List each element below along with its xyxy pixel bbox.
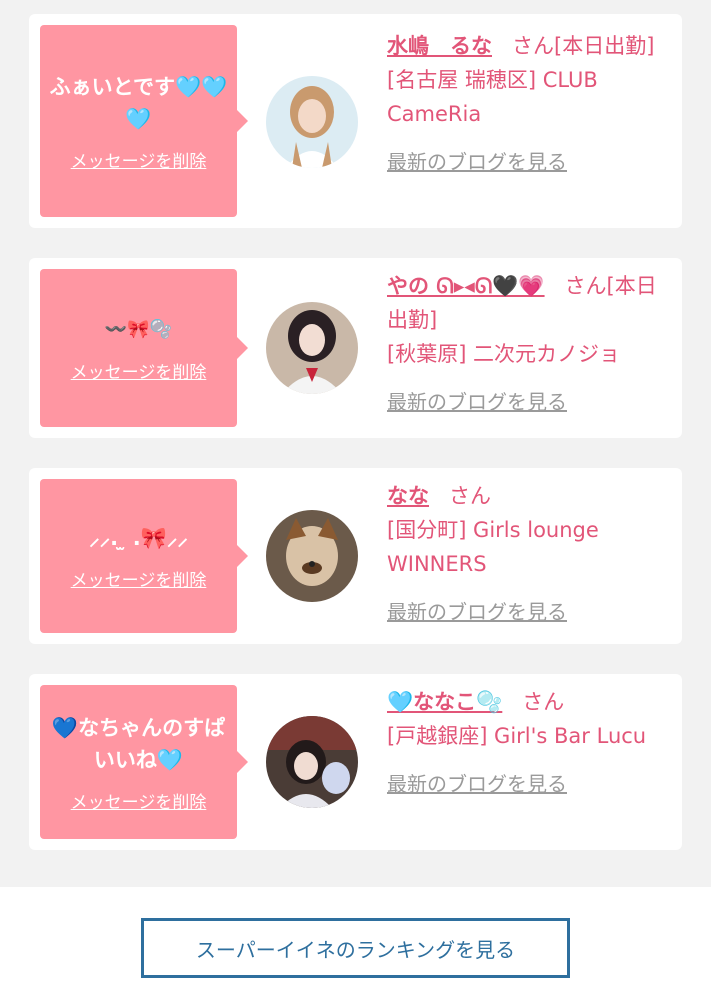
shop-name: [戸越銀座] Girl's Bar Lucu — [387, 724, 647, 748]
avatar[interactable] — [266, 510, 358, 602]
shop-name: [国分町] Girls lounge WINNERS — [387, 518, 599, 576]
avatar[interactable] — [266, 302, 358, 394]
avatar-photo-3 — [266, 510, 358, 602]
delete-message-link[interactable]: メッセージを削除 — [71, 788, 207, 813]
cast-name-link[interactable]: 🩵ななこ🫧 — [387, 690, 502, 714]
list-item: ふぁいとです🩵🩵🩵 メッセージを削除 水嶋 るな さん[本日出勤] [名古屋 瑞穂… — [29, 14, 682, 228]
delete-message-link[interactable]: メッセージを削除 — [71, 358, 207, 383]
message-bubble: ⸝⸝. ̫ .🎀⸝⸝ メッセージを削除 — [40, 479, 248, 633]
ranking-button[interactable]: スーパーイイネのランキングを見る — [141, 918, 570, 978]
latest-blog-link[interactable]: 最新のブログを見る — [387, 385, 567, 419]
avatar[interactable] — [266, 716, 358, 808]
list-item: 〰️🎀🫧 メッセージを削除 やの ᘏ▸◂ᘏ🖤💗 さん[本日出勤] [秋葉原] 二次… — [29, 258, 682, 438]
cast-name-link[interactable]: 水嶋 るな — [387, 34, 492, 58]
latest-blog-link[interactable]: 最新のブログを見る — [387, 595, 567, 629]
message-bubble: ふぁいとです🩵🩵🩵 メッセージを削除 — [40, 25, 248, 217]
message-bubble: 💙なちゃんのすぱいいね🩵 メッセージを削除 — [40, 685, 248, 839]
name-line: 水嶋 るな さん[本日出勤] — [387, 29, 677, 63]
avatar-photo-4 — [266, 716, 358, 808]
cast-info: 水嶋 るな さん[本日出勤] [名古屋 瑞穂区] CLUB CameRia 最新の… — [387, 29, 677, 179]
cast-name-link[interactable]: なな — [387, 484, 429, 508]
cast-suffix: さん — [449, 484, 491, 508]
avatar[interactable] — [266, 76, 358, 168]
list-item: ⸝⸝. ̫ .🎀⸝⸝ メッセージを削除 なな さん [国分町] Girls lou… — [29, 468, 682, 644]
latest-blog-link[interactable]: 最新のブログを見る — [387, 145, 567, 179]
cast-info: やの ᘏ▸◂ᘏ🖤💗 さん[本日出勤] [秋葉原] 二次元カノジョ 最新のブログを見… — [387, 269, 677, 419]
avatar-photo-2 — [266, 302, 358, 394]
name-line: 🩵ななこ🫧 さん — [387, 685, 677, 719]
message-text: 💙なちゃんのすぱいいね🩵 — [51, 715, 226, 772]
message-text: ふぁいとです🩵🩵🩵 — [49, 74, 228, 131]
message-bubble: 〰️🎀🫧 メッセージを削除 — [40, 269, 248, 427]
cast-info: なな さん [国分町] Girls lounge WINNERS 最新のブログを見… — [387, 479, 677, 629]
cast-suffix: さん[本日出勤] — [512, 34, 655, 58]
footer: スーパーイイネのランキングを見る — [0, 887, 711, 1000]
cast-info: 🩵ななこ🫧 さん [戸越銀座] Girl's Bar Lucu 最新のブログを見る — [387, 685, 677, 801]
shop-name: [秋葉原] 二次元カノジョ — [387, 342, 621, 366]
name-line: やの ᘏ▸◂ᘏ🖤💗 さん[本日出勤] — [387, 269, 677, 337]
cast-name-link[interactable]: やの ᘏ▸◂ᘏ🖤💗 — [387, 274, 545, 298]
list-item: 💙なちゃんのすぱいいね🩵 メッセージを削除 🩵ななこ🫧 さん [戸越銀座] Gir… — [29, 674, 682, 850]
shop-name: [名古屋 瑞穂区] CLUB CameRia — [387, 68, 598, 126]
message-text: ⸝⸝. ̫ .🎀⸝⸝ — [89, 525, 188, 550]
avatar-photo-1 — [266, 76, 358, 168]
super-iine-list: ふぁいとです🩵🩵🩵 メッセージを削除 水嶋 るな さん[本日出勤] [名古屋 瑞穂… — [0, 0, 711, 887]
message-text: 〰️🎀🫧 — [104, 318, 173, 340]
name-line: なな さん — [387, 479, 677, 513]
delete-message-link[interactable]: メッセージを削除 — [71, 566, 207, 591]
latest-blog-link[interactable]: 最新のブログを見る — [387, 767, 567, 801]
cast-suffix: さん — [522, 690, 565, 714]
delete-message-link[interactable]: メッセージを削除 — [71, 147, 207, 172]
